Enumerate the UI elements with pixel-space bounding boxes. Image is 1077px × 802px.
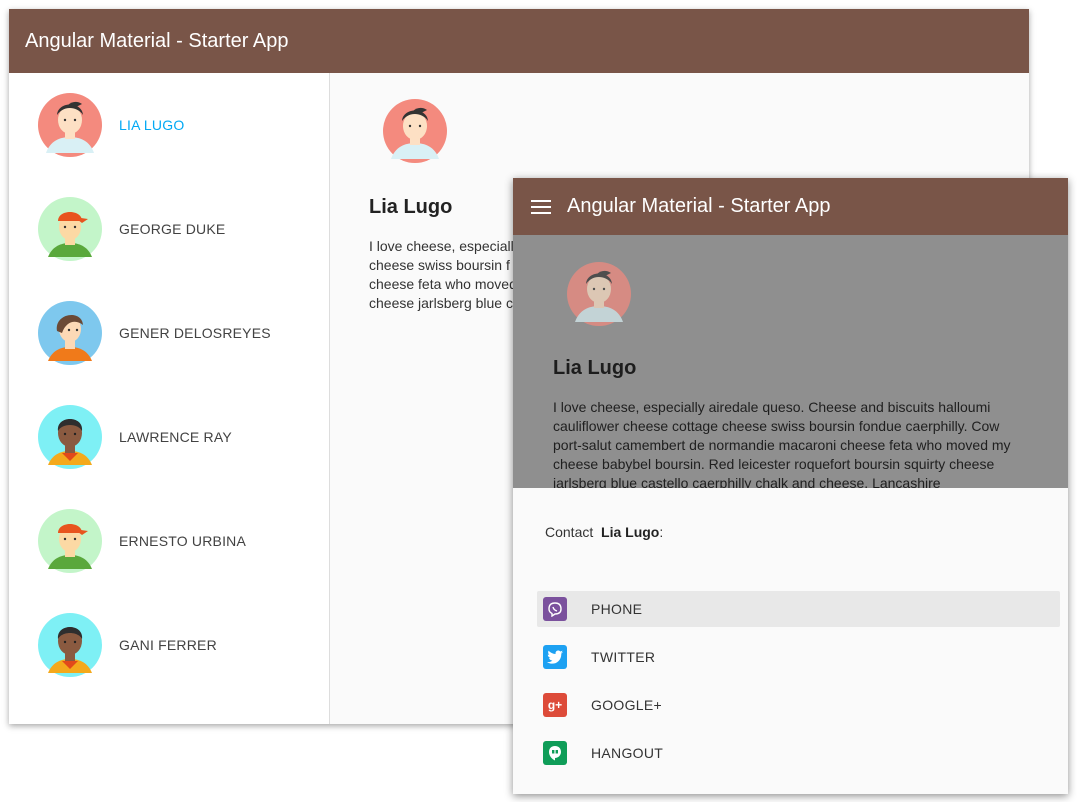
user-detail-name: Lia Lugo — [553, 357, 637, 379]
avatar-icon — [38, 197, 102, 261]
user-item-george-duke[interactable]: GEORGE DUKE — [9, 177, 329, 281]
avatar-icon — [38, 301, 102, 365]
user-sidebar: LIA LUGO GEORGE DUKE GENER DELOSREYES LA… — [9, 73, 330, 724]
action-label: GOOGLE+ — [591, 697, 662, 713]
avatar-icon — [38, 93, 102, 157]
user-name: GANI FERRER — [119, 637, 217, 653]
user-item-lia-lugo[interactable]: LIA LUGO — [9, 73, 329, 177]
user-item-gener-delosreyes[interactable]: GENER DELOSREYES — [9, 281, 329, 385]
menu-icon[interactable] — [531, 199, 551, 214]
app-toolbar: Angular Material - Starter App — [513, 178, 1068, 235]
avatar-icon — [383, 99, 447, 163]
contact-heading: Contact Lia Lugo: — [545, 524, 663, 540]
contact-suffix: : — [659, 524, 664, 540]
contact-bottom-sheet: Contact Lia Lugo: PHONE TWITTER g+ GOOGL… — [513, 488, 1068, 794]
user-item-lawrence-ray[interactable]: LAWRENCE RAY — [9, 385, 329, 489]
user-name: LIA LUGO — [119, 117, 185, 133]
contact-google-plus-button[interactable]: g+ GOOGLE+ — [537, 687, 1060, 723]
action-label: TWITTER — [591, 649, 656, 665]
user-bio: I love cheese, especially airedale queso… — [553, 398, 1033, 488]
contact-twitter-button[interactable]: TWITTER — [537, 639, 1060, 675]
app-toolbar: Angular Material - Starter App — [9, 9, 1029, 73]
user-name: LAWRENCE RAY — [119, 429, 232, 445]
app-title: Angular Material - Starter App — [25, 29, 289, 52]
backdrop[interactable]: Lia Lugo I love cheese, especially aired… — [513, 235, 1068, 488]
contact-phone-button[interactable]: PHONE — [537, 591, 1060, 627]
user-name: GENER DELOSREYES — [119, 325, 271, 341]
avatar-icon — [38, 509, 102, 573]
action-label: HANGOUT — [591, 745, 664, 761]
contact-prefix: Contact — [545, 524, 594, 540]
bio-line: cheese babybel boursin. Red leicester ro… — [553, 456, 995, 472]
bio-line: port-salut camembert de normandie macaro… — [553, 437, 1011, 453]
user-item-ernesto-urbina[interactable]: ERNESTO URBINA — [9, 489, 329, 593]
user-name: GEORGE DUKE — [119, 221, 226, 237]
twitter-icon — [543, 645, 567, 669]
avatar-icon — [38, 613, 102, 677]
action-label: PHONE — [591, 601, 643, 617]
hangout-icon — [543, 741, 567, 765]
contact-name: Lia Lugo — [601, 524, 660, 540]
user-name: ERNESTO URBINA — [119, 533, 247, 549]
contact-hangout-button[interactable]: HANGOUT — [537, 735, 1060, 771]
bio-line: jarlsberg blue castello caerphilly chalk… — [553, 475, 941, 488]
bio-line: I love cheese, especially airedale queso… — [553, 399, 991, 415]
user-item-gani-ferrer[interactable]: GANI FERRER — [9, 593, 329, 697]
app-title: Angular Material - Starter App — [567, 195, 831, 217]
viber-icon — [543, 597, 567, 621]
user-detail-name: Lia Lugo — [369, 196, 453, 218]
avatar-icon — [38, 405, 102, 469]
mobile-window: Angular Material - Starter App Lia Lugo … — [513, 178, 1068, 794]
bio-line: cauliflower cheese cottage cheese swiss … — [553, 418, 1000, 434]
google-plus-icon: g+ — [543, 693, 567, 717]
avatar-icon — [567, 262, 631, 326]
